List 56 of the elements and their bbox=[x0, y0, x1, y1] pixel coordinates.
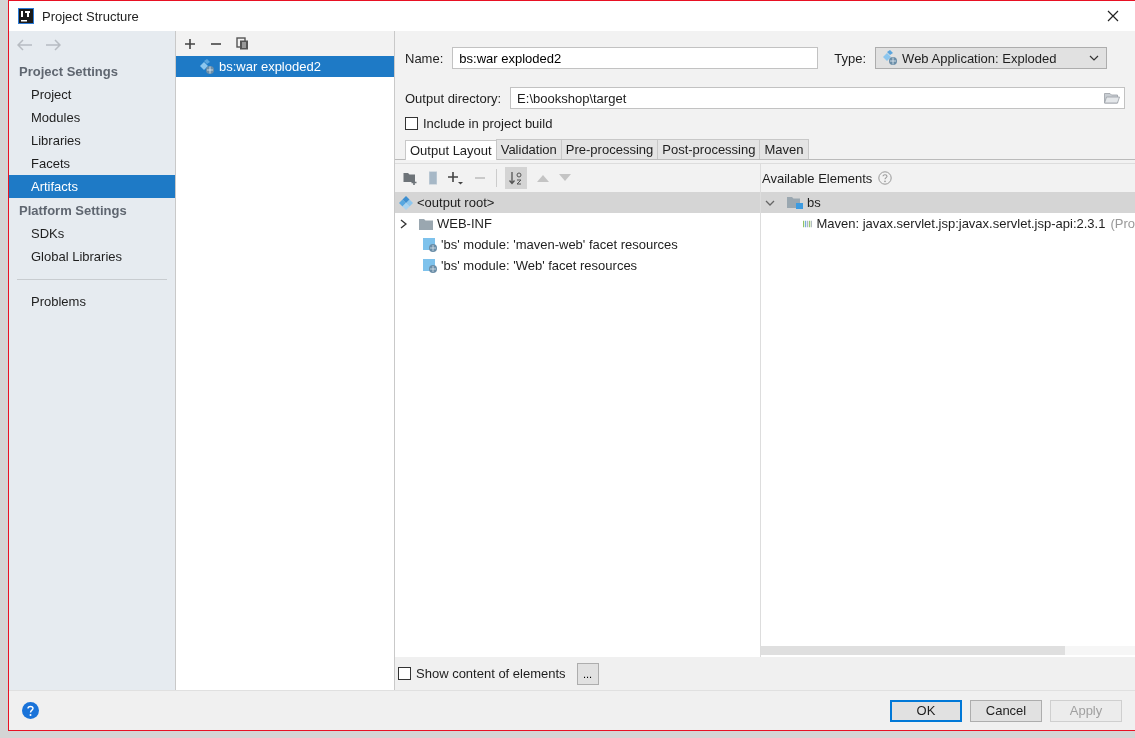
sidebar-item[interactable]: Modules bbox=[9, 106, 175, 129]
output-directory-label: Output directory: bbox=[405, 90, 502, 106]
chevron-icon[interactable] bbox=[399, 218, 407, 229]
folder-icon[interactable] bbox=[1104, 92, 1120, 104]
tab[interactable]: Validation bbox=[495, 139, 562, 159]
tab[interactable]: Maven bbox=[759, 139, 809, 159]
tree-row[interactable]: 'bs' module: 'Web' facet resources bbox=[395, 255, 760, 276]
help-icon[interactable] bbox=[22, 702, 39, 719]
add-dropdown-icon[interactable] bbox=[448, 171, 464, 185]
sidebar-item[interactable]: Global Libraries bbox=[9, 245, 175, 268]
tab[interactable]: Output Layout bbox=[405, 140, 497, 160]
more-button[interactable]: ... bbox=[576, 662, 599, 685]
web-artifact-icon bbox=[882, 50, 899, 66]
dialog-button[interactable]: OK bbox=[890, 699, 962, 722]
sidebar-item[interactable]: Facets bbox=[9, 152, 175, 175]
app-logo-icon bbox=[18, 8, 34, 24]
scrollbar-thumb[interactable] bbox=[761, 646, 1065, 655]
add-icon[interactable] bbox=[184, 37, 196, 50]
tree-row[interactable]: 'bs' module: 'maven-web' facet resources bbox=[395, 234, 760, 255]
sidebar-item[interactable]: Project bbox=[9, 83, 175, 106]
tree-row[interactable]: bs bbox=[761, 192, 1135, 213]
available-elements-heading: Available Elements bbox=[762, 170, 873, 186]
module-folder-icon bbox=[787, 196, 803, 209]
section-heading: Project Settings bbox=[18, 63, 119, 81]
sidebar-item[interactable]: SDKs bbox=[9, 222, 175, 245]
show-content-label: Show content of elements bbox=[416, 666, 566, 681]
type-label: Type: bbox=[834, 50, 867, 66]
tab[interactable]: Pre-processing bbox=[560, 139, 659, 159]
folder-icon bbox=[419, 217, 433, 230]
section-heading: Platform Settings bbox=[18, 202, 128, 220]
artifact-item[interactable]: bs:war exploded2 bbox=[176, 56, 394, 77]
output-directory-field[interactable]: E:\bookshop\target bbox=[510, 87, 1125, 109]
type-dropdown[interactable]: Web Application: Exploded bbox=[875, 47, 1108, 69]
tree-row[interactable]: <output root> bbox=[395, 192, 760, 213]
sort-icon[interactable] bbox=[505, 167, 527, 189]
sidebar-item[interactable]: Artifacts bbox=[9, 175, 175, 198]
new-folder-icon[interactable] bbox=[403, 171, 418, 185]
web-artifact-icon bbox=[199, 58, 215, 75]
name-label: Name: bbox=[405, 50, 444, 66]
checkbox[interactable] bbox=[405, 117, 418, 130]
resource-icon bbox=[423, 237, 437, 252]
dialog-button[interactable]: Cancel bbox=[970, 699, 1042, 722]
caret-icon bbox=[1089, 55, 1100, 61]
output-root-icon bbox=[399, 195, 413, 210]
tab[interactable]: Post-processing bbox=[657, 139, 761, 159]
window-title: Project Structure bbox=[42, 8, 139, 24]
name-field[interactable]: bs:war exploded2 bbox=[452, 47, 819, 69]
include-in-build-label: Include in project build bbox=[423, 116, 553, 131]
sidebar-item[interactable]: Problems bbox=[9, 290, 175, 313]
tree-row[interactable]: Maven: javax.servlet.jsp:javax.servlet.jsp-api:2.3.1 (Pro bbox=[761, 213, 1135, 234]
copy-icon[interactable] bbox=[236, 37, 249, 50]
sidebar-item[interactable]: Libraries bbox=[9, 129, 175, 152]
resource-icon bbox=[423, 258, 437, 273]
checkbox[interactable] bbox=[398, 667, 411, 680]
tree-row[interactable]: WEB-INF bbox=[395, 213, 760, 234]
close-icon[interactable] bbox=[1107, 10, 1119, 22]
